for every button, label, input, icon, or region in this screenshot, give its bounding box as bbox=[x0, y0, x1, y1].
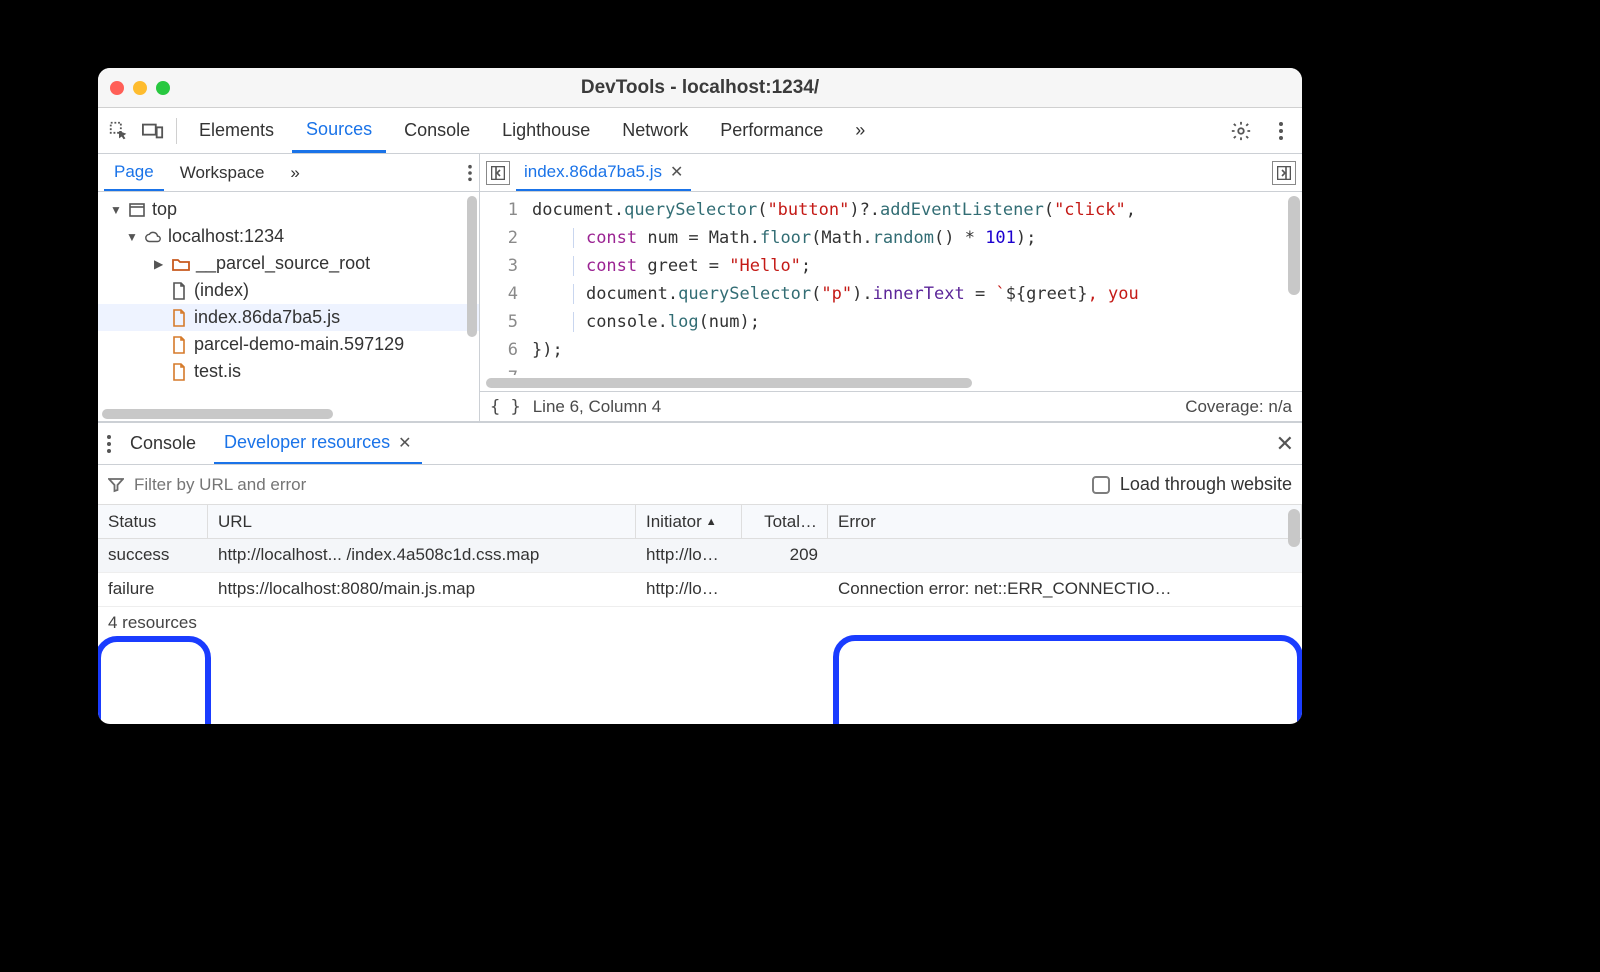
editor-body[interactable]: 1234567 document.querySelector("button")… bbox=[480, 192, 1302, 375]
drawer-tabs: Console Developer resources ✕ ✕ bbox=[98, 423, 1302, 465]
tab-network[interactable]: Network bbox=[608, 108, 702, 153]
editor-tab-label: index.86da7ba5.js bbox=[524, 162, 662, 182]
tree-folder[interactable]: ▶ __parcel_source_root bbox=[98, 250, 479, 277]
traffic-lights bbox=[110, 81, 170, 95]
drawer: Console Developer resources ✕ ✕ Load thr… bbox=[98, 422, 1302, 724]
tree-label: localhost:1234 bbox=[168, 226, 284, 247]
maximize-window-icon[interactable] bbox=[156, 81, 170, 95]
nav-tab-page[interactable]: Page bbox=[104, 154, 164, 191]
close-tab-icon[interactable]: ✕ bbox=[670, 162, 683, 182]
tree-file[interactable]: parcel-demo-main.597129 bbox=[98, 331, 479, 358]
cloud-icon bbox=[144, 227, 162, 247]
table-row[interactable]: success http://localhost... /index.4a508… bbox=[98, 539, 1302, 573]
inspect-element-icon[interactable] bbox=[104, 116, 134, 146]
tab-console[interactable]: Console bbox=[390, 108, 484, 153]
settings-gear-icon[interactable] bbox=[1226, 116, 1256, 146]
document-icon bbox=[170, 281, 188, 301]
table-footer: 4 resources bbox=[98, 607, 1302, 641]
devtools-window: DevTools - localhost:1234/ Elements Sour… bbox=[98, 68, 1302, 724]
main-toolbar: Elements Sources Console Lighthouse Netw… bbox=[98, 108, 1302, 154]
tab-performance[interactable]: Performance bbox=[706, 108, 837, 153]
drawer-kebab-icon[interactable] bbox=[106, 434, 112, 454]
col-total[interactable]: Total… bbox=[742, 505, 828, 538]
pretty-print-icon[interactable]: { } bbox=[490, 397, 521, 417]
tab-elements[interactable]: Elements bbox=[185, 108, 288, 153]
titlebar: DevTools - localhost:1234/ bbox=[98, 68, 1302, 108]
nav-tabs-overflow-icon[interactable]: » bbox=[280, 154, 309, 191]
line-gutter: 1234567 bbox=[480, 192, 532, 375]
tree-file[interactable]: (index) bbox=[98, 277, 479, 304]
window-title: DevTools - localhost:1234/ bbox=[581, 77, 819, 99]
code-area[interactable]: document.querySelector("button")?.addEve… bbox=[532, 192, 1302, 375]
js-file-icon bbox=[170, 335, 188, 355]
navigator-kebab-icon[interactable] bbox=[467, 164, 473, 182]
folder-icon bbox=[172, 254, 190, 274]
frame-icon bbox=[128, 200, 146, 220]
resources-table: Status URL Initiator▲ Total… Error succe… bbox=[98, 505, 1302, 641]
tree-label: (index) bbox=[194, 280, 249, 301]
tree-label: top bbox=[152, 199, 177, 220]
editor-tab[interactable]: index.86da7ba5.js ✕ bbox=[516, 154, 691, 191]
table-header: Status URL Initiator▲ Total… Error bbox=[98, 505, 1302, 539]
close-drawer-tab-icon[interactable]: ✕ bbox=[398, 433, 411, 453]
table-body: success http://localhost... /index.4a508… bbox=[98, 539, 1302, 607]
tree-label: __parcel_source_root bbox=[196, 253, 370, 274]
filter-icon[interactable] bbox=[108, 477, 124, 493]
tree-label: test.is bbox=[194, 361, 241, 382]
nav-tab-workspace[interactable]: Workspace bbox=[170, 154, 275, 191]
js-file-icon bbox=[170, 308, 188, 328]
tree-file-selected[interactable]: index.86da7ba5.js bbox=[98, 304, 479, 331]
tabs-overflow-icon[interactable]: » bbox=[841, 108, 879, 153]
tab-lighthouse[interactable]: Lighthouse bbox=[488, 108, 604, 153]
tree-label: index.86da7ba5.js bbox=[194, 307, 340, 328]
coverage-status: Coverage: n/a bbox=[1185, 397, 1292, 417]
load-through-checkbox[interactable] bbox=[1092, 476, 1110, 494]
close-window-icon[interactable] bbox=[110, 81, 124, 95]
show-debugger-icon[interactable] bbox=[1272, 161, 1296, 185]
tab-sources[interactable]: Sources bbox=[292, 108, 386, 153]
js-file-icon bbox=[170, 362, 188, 382]
col-error[interactable]: Error bbox=[828, 505, 1302, 538]
device-toolbar-icon[interactable] bbox=[138, 116, 168, 146]
show-navigator-icon[interactable] bbox=[486, 161, 510, 185]
col-url[interactable]: URL bbox=[208, 505, 636, 538]
editor-hscroll[interactable] bbox=[480, 375, 1302, 391]
sources-panel: Page Workspace » ▼ top ▼ localhost:1234 bbox=[98, 154, 1302, 422]
sort-asc-icon: ▲ bbox=[706, 516, 717, 528]
filter-row: Load through website bbox=[98, 465, 1302, 505]
kebab-menu-icon[interactable] bbox=[1266, 116, 1296, 146]
close-drawer-icon[interactable]: ✕ bbox=[1276, 431, 1294, 457]
navigator-tabs: Page Workspace » bbox=[98, 154, 479, 192]
drawer-tab-devresources[interactable]: Developer resources ✕ bbox=[214, 423, 421, 464]
tree-file[interactable]: test.is bbox=[98, 358, 479, 385]
col-initiator[interactable]: Initiator▲ bbox=[636, 505, 742, 538]
minimize-window-icon[interactable] bbox=[133, 81, 147, 95]
tree-host[interactable]: ▼ localhost:1234 bbox=[98, 223, 479, 250]
table-row[interactable]: failure https://localhost:8080/main.js.m… bbox=[98, 573, 1302, 607]
table-vscroll[interactable] bbox=[1288, 509, 1300, 547]
load-through-label: Load through website bbox=[1120, 474, 1292, 495]
tree-label: parcel-demo-main.597129 bbox=[194, 334, 404, 355]
editor-pane: index.86da7ba5.js ✕ 1234567 document.que… bbox=[480, 154, 1302, 421]
col-status[interactable]: Status bbox=[98, 505, 208, 538]
file-tree[interactable]: ▼ top ▼ localhost:1234 ▶ __parcel_source… bbox=[98, 192, 479, 407]
divider bbox=[176, 118, 177, 144]
navigator-vscroll[interactable] bbox=[465, 194, 479, 407]
editor-tabs: index.86da7ba5.js ✕ bbox=[480, 154, 1302, 192]
navigator-pane: Page Workspace » ▼ top ▼ localhost:1234 bbox=[98, 154, 480, 421]
editor-vscroll[interactable] bbox=[1288, 196, 1300, 306]
editor-statusbar: { } Line 6, Column 4 Coverage: n/a bbox=[480, 391, 1302, 421]
navigator-hscroll[interactable] bbox=[98, 407, 479, 421]
cursor-position: Line 6, Column 4 bbox=[533, 397, 662, 417]
filter-input[interactable] bbox=[134, 475, 1082, 495]
drawer-tab-console[interactable]: Console bbox=[120, 423, 206, 464]
tree-top[interactable]: ▼ top bbox=[98, 196, 479, 223]
